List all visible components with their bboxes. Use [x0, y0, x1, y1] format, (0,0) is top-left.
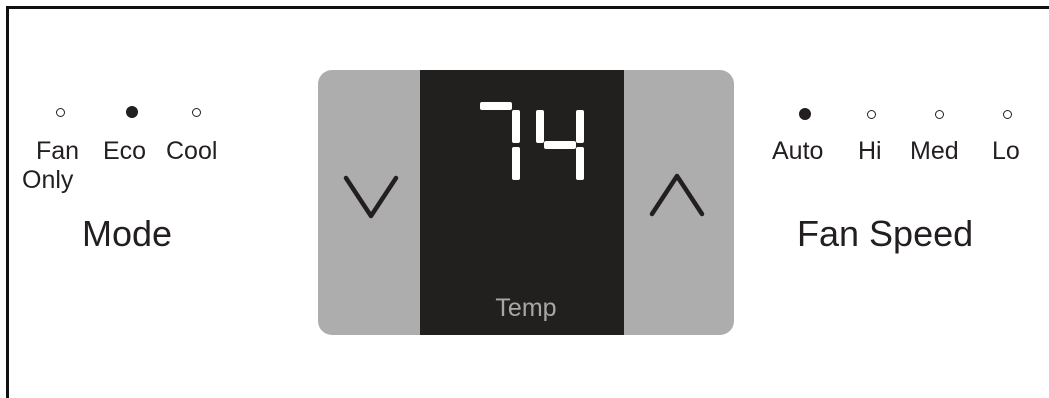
temp-down-button[interactable] — [318, 70, 428, 335]
fan-hi-indicator — [867, 110, 876, 119]
chevron-up-icon — [649, 173, 705, 217]
fan-auto-indicator — [799, 108, 811, 120]
segment-1-c — [576, 147, 584, 180]
temp-up-button[interactable] — [624, 70, 734, 335]
fan-med-indicator — [935, 110, 944, 119]
segment-1-f — [536, 110, 544, 143]
mode-cool-indicator — [192, 108, 201, 117]
chevron-down-icon — [343, 175, 399, 219]
segment-0-a — [480, 102, 512, 110]
segment-0-c — [512, 147, 520, 180]
fan-auto-label[interactable]: Auto — [772, 137, 823, 165]
mode-eco-label[interactable]: Eco — [103, 137, 146, 165]
temp-label: Temp — [495, 294, 557, 322]
temperature-control: Temp — [318, 70, 734, 335]
mode-cool-label[interactable]: Cool — [166, 137, 217, 165]
mode-eco-indicator — [126, 106, 138, 118]
mode-fan-only-indicator — [56, 108, 65, 117]
mode-fan-only-label-2[interactable]: Only — [22, 166, 73, 194]
fan-lo-label[interactable]: Lo — [992, 137, 1020, 165]
segment-1-g — [544, 141, 576, 149]
fan-hi-label[interactable]: Hi — [858, 137, 882, 165]
temperature-display: Temp — [420, 70, 632, 335]
temperature-digits — [480, 102, 584, 180]
fan-lo-indicator — [1003, 110, 1012, 119]
mode-title: Mode — [82, 213, 173, 254]
mode-fan-only-label[interactable]: Fan — [36, 137, 79, 165]
segment-1-b — [576, 110, 584, 143]
fan-med-label[interactable]: Med — [910, 137, 959, 165]
segment-0-b — [512, 110, 520, 143]
fan-speed-title: Fan Speed — [797, 213, 974, 254]
